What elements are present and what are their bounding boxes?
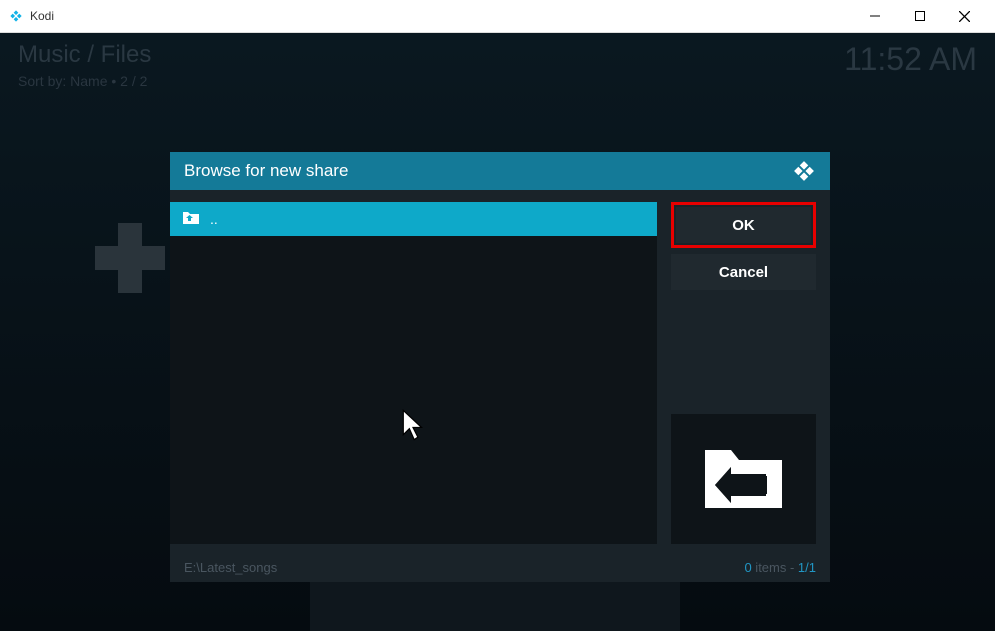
browse-share-dialog: Browse for new share .. OK Cancel (170, 152, 830, 582)
list-item-parent[interactable]: .. (170, 202, 657, 236)
window-controls (852, 1, 987, 31)
breadcrumb: Music / Files (18, 41, 151, 69)
ok-button[interactable]: OK (676, 207, 811, 243)
folder-up-icon (182, 211, 200, 228)
window-titlebar: Kodi (0, 0, 995, 33)
current-path: E:\Latest_songs (184, 560, 277, 575)
add-source-icon (95, 223, 165, 293)
folder-back-icon (701, 442, 786, 517)
bottom-panel (310, 576, 680, 631)
window-title: Kodi (30, 9, 54, 23)
minimize-button[interactable] (852, 1, 897, 31)
kodi-app-icon (8, 8, 24, 24)
folder-preview (671, 414, 816, 544)
close-button[interactable] (942, 1, 987, 31)
kodi-main-area: Music / Files Sort by: Name • 2 / 2 11:5… (0, 33, 995, 631)
kodi-logo-icon (792, 159, 816, 183)
dialog-footer: E:\Latest_songs 0 items - 1/1 (170, 552, 830, 582)
kodi-header: Music / Files Sort by: Name • 2 / 2 11:5… (18, 41, 977, 89)
file-list[interactable]: .. (170, 202, 657, 544)
clock: 11:52 AM (844, 41, 977, 78)
dialog-right-panel: OK Cancel (671, 202, 816, 544)
dialog-body: .. OK Cancel (170, 190, 830, 552)
list-item-label: .. (210, 211, 218, 227)
sort-info: Sort by: Name • 2 / 2 (18, 73, 151, 89)
maximize-button[interactable] (897, 1, 942, 31)
dialog-header: Browse for new share (170, 152, 830, 190)
cancel-button[interactable]: Cancel (671, 254, 816, 290)
ok-button-highlight: OK (671, 202, 816, 248)
dialog-title: Browse for new share (184, 161, 348, 181)
item-count: 0 items - 1/1 (744, 560, 816, 575)
